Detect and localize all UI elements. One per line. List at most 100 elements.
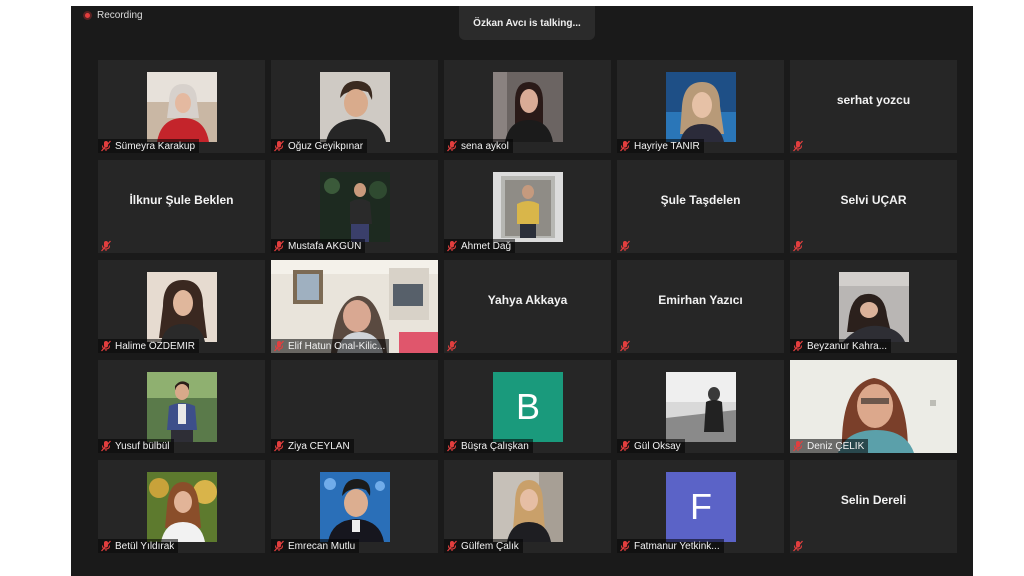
participant-tile[interactable]: İlknur Şule Beklen: [98, 160, 265, 253]
participant-label: Yusuf bülbül: [98, 439, 174, 453]
participant-tile[interactable]: Yusuf bülbül: [98, 360, 265, 453]
participant-name: Oğuz Geyikpınar: [288, 140, 364, 152]
participant-label: [617, 239, 635, 253]
participant-video: [493, 72, 563, 142]
participant-video: [320, 172, 390, 242]
mic-muted-icon: [100, 540, 112, 552]
mic-muted-icon: [619, 540, 631, 552]
participant-video: [147, 272, 217, 342]
participant-tile[interactable]: Emirhan Yazıcı: [617, 260, 784, 353]
participant-tile[interactable]: Elif Hatun Onal-Kilic...: [271, 260, 438, 353]
participant-tile[interactable]: Oğuz Geyikpınar: [271, 60, 438, 153]
participant-name: Halime ÖZDEMİR: [115, 340, 196, 352]
mic-muted-icon: [273, 540, 285, 552]
participant-name-display: İlknur Şule Beklen: [129, 192, 234, 207]
participant-name: Ziya CEYLAN: [288, 440, 350, 452]
mic-muted-icon: [100, 440, 112, 452]
participant-label: [98, 239, 116, 253]
participant-label: Ziya CEYLAN: [271, 439, 354, 453]
participant-name: Sümeyra Karakup: [115, 140, 196, 152]
participant-tile[interactable]: Emrecan Mutlu: [271, 460, 438, 553]
mic-muted-icon: [619, 440, 631, 452]
active-speaker-banner: Özkan Avcı is talking...: [459, 6, 595, 40]
participant-tile[interactable]: Betül Yıldırak: [98, 460, 265, 553]
participant-tile[interactable]: B Büşra Çalışkan: [444, 360, 611, 453]
mic-muted-icon: [792, 540, 804, 552]
participant-tile[interactable]: Ahmet Dağ: [444, 160, 611, 253]
recording-indicator[interactable]: Recording: [83, 10, 143, 21]
mic-muted-icon: [619, 340, 631, 352]
participant-tile[interactable]: F Fatmanur Yetkink...: [617, 460, 784, 553]
participant-video: [666, 72, 736, 142]
mic-muted-icon: [792, 240, 804, 252]
participant-tile[interactable]: Beyzanur Kahra...: [790, 260, 957, 353]
mic-muted-icon: [273, 240, 285, 252]
mic-muted-icon: [446, 240, 458, 252]
participant-avatar: F: [666, 472, 736, 542]
mic-muted-icon: [100, 240, 112, 252]
participant-tile[interactable]: Selin Dereli: [790, 460, 957, 553]
mic-muted-icon: [619, 140, 631, 152]
participant-tile[interactable]: Ziya CEYLAN: [271, 360, 438, 453]
record-icon: [83, 11, 92, 20]
participant-label: Oğuz Geyikpınar: [271, 139, 368, 153]
participant-label: Emrecan Mutlu: [271, 539, 360, 553]
participant-tile[interactable]: Gül Oksay: [617, 360, 784, 453]
participant-name-display: serhat yozcu: [836, 92, 911, 107]
participant-name: sena aykol: [461, 140, 509, 152]
participant-name-display: Şule Taşdelen: [660, 192, 741, 207]
participant-label: [617, 339, 635, 353]
mic-muted-icon: [446, 440, 458, 452]
participant-label: Betül Yıldırak: [98, 539, 179, 553]
participant-video: [493, 172, 563, 242]
participant-label: Hayriye TANIR: [617, 139, 704, 153]
mic-muted-icon: [792, 340, 804, 352]
participant-video: [666, 372, 736, 442]
participant-label: [790, 139, 808, 153]
participant-label: Mustafa AKGÜN: [271, 239, 366, 253]
participant-avatar: B: [493, 372, 563, 442]
mic-muted-icon: [273, 140, 285, 152]
mic-muted-icon: [446, 540, 458, 552]
participant-tile[interactable]: serhat yozcu: [790, 60, 957, 153]
participant-tile[interactable]: sena aykol: [444, 60, 611, 153]
participant-label: sena aykol: [444, 139, 513, 153]
participant-name: Emrecan Mutlu: [288, 540, 356, 552]
participant-video: [493, 472, 563, 542]
participant-name: Ahmet Dağ: [461, 240, 512, 252]
participant-tile[interactable]: Halime ÖZDEMİR: [98, 260, 265, 353]
participant-name: Deniz ÇELİK: [807, 440, 865, 452]
participant-name: Mustafa AKGÜN: [288, 240, 362, 252]
participant-label: Büşra Çalışkan: [444, 439, 533, 453]
participant-name: Büşra Çalışkan: [461, 440, 529, 452]
mic-muted-icon: [273, 440, 285, 452]
participant-name: Gülfem Çalık: [461, 540, 519, 552]
mic-muted-icon: [792, 440, 804, 452]
participant-tile[interactable]: Hayriye TANIR: [617, 60, 784, 153]
participant-tile[interactable]: Sümeyra Karakup: [98, 60, 265, 153]
participant-tile[interactable]: Gülfem Çalık: [444, 460, 611, 553]
participant-tile[interactable]: Şule Taşdelen: [617, 160, 784, 253]
mic-muted-icon: [273, 340, 285, 352]
participant-tile[interactable]: Mustafa AKGÜN: [271, 160, 438, 253]
participant-label: Elif Hatun Onal-Kilic...: [271, 339, 390, 353]
participant-label: Halime ÖZDEMİR: [98, 339, 200, 353]
participant-tile[interactable]: Deniz ÇELİK: [790, 360, 957, 453]
participant-video: [839, 272, 909, 342]
participant-name: Gül Oksay: [634, 440, 681, 452]
participant-label: Deniz ÇELİK: [790, 439, 869, 453]
participant-name-display: Yahya Akkaya: [487, 292, 568, 307]
participant-label: Ahmet Dağ: [444, 239, 516, 253]
participant-video: [147, 72, 217, 142]
mic-muted-icon: [446, 340, 458, 352]
participant-label: Fatmanur Yetkink...: [617, 539, 724, 553]
meeting-window: Recording Özkan Avcı is talking... Sümey…: [71, 6, 973, 576]
avatar-letter: F: [690, 486, 712, 527]
participant-name-display: Emirhan Yazıcı: [658, 292, 743, 307]
participant-name: Yusuf bülbül: [115, 440, 170, 452]
participant-tile[interactable]: Yahya Akkaya: [444, 260, 611, 353]
active-speaker-text: Özkan Avcı is talking...: [473, 17, 581, 29]
mic-muted-icon: [100, 140, 112, 152]
participant-name-display: Selvi UÇAR: [840, 192, 907, 207]
participant-tile[interactable]: Selvi UÇAR: [790, 160, 957, 253]
